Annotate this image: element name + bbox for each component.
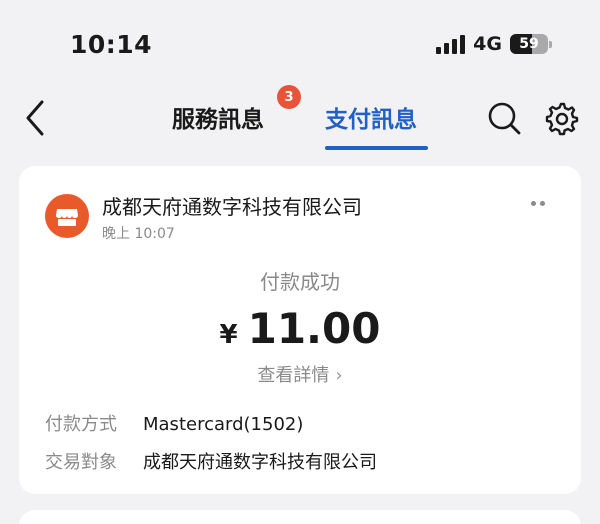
back-button[interactable]: [18, 98, 52, 138]
tab-payment-messages[interactable]: 支付訊息: [325, 100, 417, 134]
view-details-link[interactable]: 查看詳情 ›: [19, 361, 581, 387]
more-options-button[interactable]: [525, 196, 551, 210]
amount-value: 11.00: [247, 304, 381, 353]
search-button[interactable]: [486, 100, 522, 136]
nav-bar: 服務訊息 3 支付訊息: [0, 80, 600, 156]
status-time: 10:14: [70, 30, 153, 59]
shop-icon: [56, 209, 78, 226]
settings-button[interactable]: [543, 100, 579, 136]
search-icon: [488, 102, 521, 135]
network-type: 4G: [473, 33, 502, 55]
payment-status: 付款成功: [260, 270, 340, 294]
merchant-name: 成都天府通数字科技有限公司: [102, 195, 362, 219]
payment-method-label: 付款方式: [45, 414, 117, 435]
currency-symbol: ¥: [219, 320, 238, 350]
chevron-right-icon: ›: [335, 365, 343, 386]
payment-amount: ¥11.00: [19, 304, 581, 353]
next-message-card[interactable]: [19, 510, 581, 524]
signal-icon: [436, 34, 466, 54]
gear-icon: [545, 102, 579, 136]
payment-method-value: Mastercard(1502): [143, 414, 304, 435]
payment-method-row: 付款方式 Mastercard(1502): [45, 410, 303, 436]
view-details-label: 查看詳情: [257, 365, 330, 386]
status-indicators: 4G 59: [436, 33, 552, 55]
message-time: 晚上 10:07: [102, 226, 175, 242]
chevron-left-icon: [26, 100, 44, 136]
status-bar: 10:14 4G 59: [0, 0, 600, 80]
unread-badge: 3: [277, 85, 301, 109]
counterparty-value: 成都天府通数字科技有限公司: [143, 452, 377, 473]
tab-service-messages[interactable]: 服務訊息: [172, 100, 264, 134]
active-tab-indicator: [325, 146, 428, 150]
battery-percent: 59: [519, 36, 539, 52]
counterparty-row: 交易對象 成都天府通数字科技有限公司: [45, 448, 377, 474]
payment-message-card[interactable]: 成都天府通数字科技有限公司 晚上 10:07 付款成功 ¥11.00 查看詳情 ›…: [19, 166, 581, 494]
battery-icon: 59: [510, 34, 552, 54]
counterparty-label: 交易對象: [45, 452, 117, 473]
merchant-avatar: [45, 194, 89, 238]
